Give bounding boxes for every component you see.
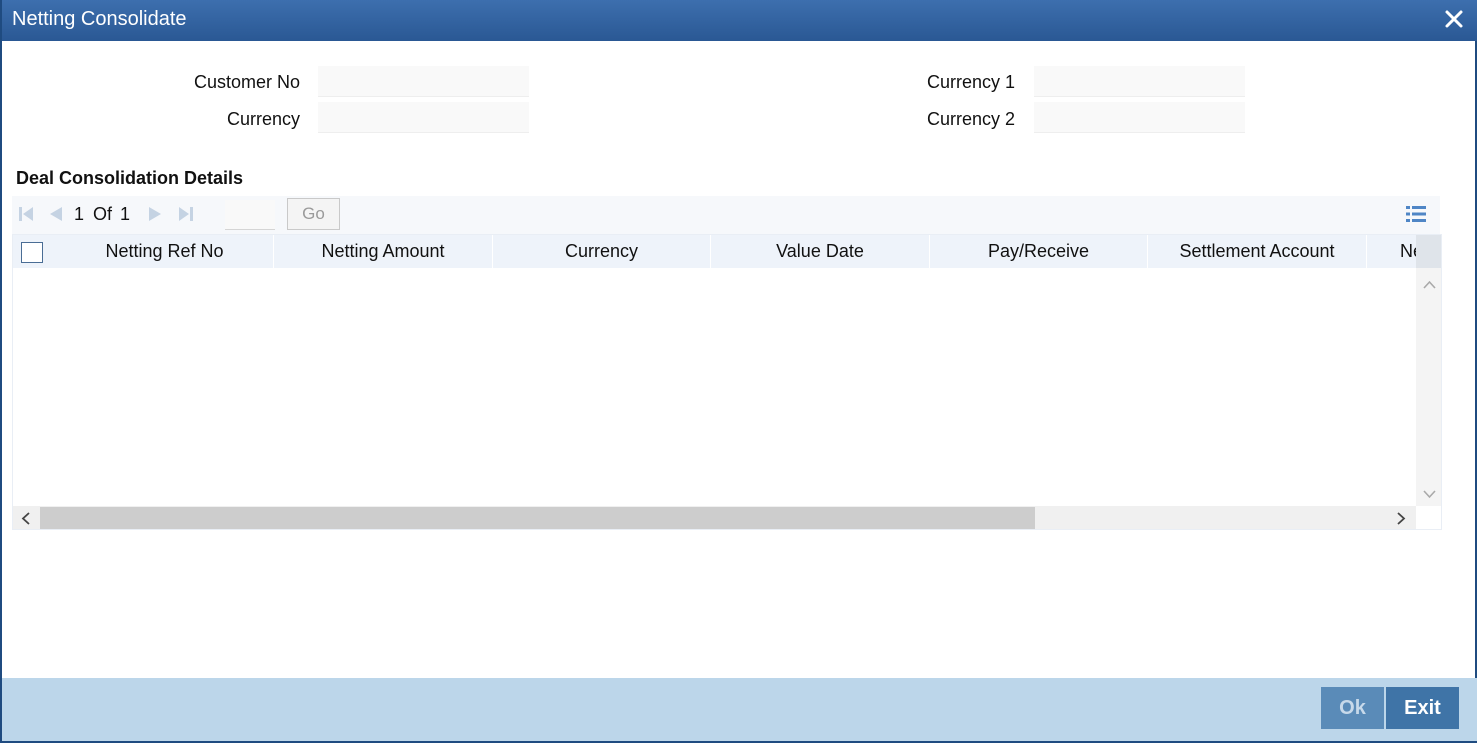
page-of-label: Of <box>93 204 113 224</box>
window-title: Netting Consolidate <box>12 8 187 30</box>
scroll-left-icon[interactable] <box>21 512 30 529</box>
close-icon[interactable] <box>1441 6 1467 32</box>
currency-label: Currency <box>226 109 300 129</box>
scroll-down-icon[interactable] <box>1423 486 1436 504</box>
column-header-netting-ref-no[interactable]: Netting Ref No <box>56 235 274 268</box>
previous-page-icon[interactable] <box>47 206 63 227</box>
go-button[interactable]: Go <box>287 198 340 230</box>
header-scroll-corner <box>1416 235 1441 268</box>
column-header-pay-receive[interactable]: Pay/Receive <box>930 235 1148 268</box>
last-page-icon[interactable] <box>178 206 194 227</box>
column-header-truncated[interactable]: Ne <box>1367 235 1416 268</box>
netting-consolidate-window: Netting Consolidate Customer No Currency… <box>0 0 1477 743</box>
page-number-input[interactable] <box>225 200 275 230</box>
ok-button[interactable]: Ok <box>1321 687 1384 729</box>
scroll-right-icon[interactable] <box>1397 512 1406 529</box>
first-page-icon[interactable] <box>18 206 34 227</box>
section-title: Deal Consolidation Details <box>16 168 244 188</box>
title-bar: Netting Consolidate <box>2 0 1477 41</box>
deal-consolidation-grid: Netting Ref No Netting Amount Currency V… <box>12 234 1442 530</box>
currency2-input[interactable] <box>1034 102 1245 133</box>
exit-button[interactable]: Exit <box>1386 687 1459 729</box>
customer-no-input[interactable] <box>318 66 529 97</box>
grid-toolbar: 1 Of 1 Go <box>12 196 1440 234</box>
customer-no-label: Customer No <box>193 72 300 92</box>
next-page-icon[interactable] <box>148 206 164 227</box>
grid-header: Netting Ref No Netting Amount Currency V… <box>13 235 1441 268</box>
footer-bar: Ok Exit <box>2 678 1477 741</box>
column-header-value-date[interactable]: Value Date <box>711 235 930 268</box>
horizontal-scrollbar[interactable] <box>13 506 1416 529</box>
currency1-input[interactable] <box>1034 66 1245 97</box>
vertical-scrollbar[interactable] <box>1416 268 1441 506</box>
column-header-netting-amount[interactable]: Netting Amount <box>274 235 493 268</box>
currency-input[interactable] <box>318 102 529 133</box>
current-page: 1 <box>74 204 85 224</box>
select-all-checkbox[interactable] <box>21 242 43 263</box>
grid-body <box>13 268 1416 506</box>
horizontal-scroll-thumb[interactable] <box>40 507 1035 529</box>
currency2-label: Currency 2 <box>926 109 1015 129</box>
column-header-currency[interactable]: Currency <box>493 235 711 268</box>
scroll-up-icon[interactable] <box>1423 276 1436 294</box>
list-settings-icon[interactable] <box>1406 205 1426 228</box>
column-header-settlement-account[interactable]: Settlement Account <box>1148 235 1367 268</box>
currency1-label: Currency 1 <box>926 72 1015 92</box>
total-pages: 1 <box>120 204 131 224</box>
